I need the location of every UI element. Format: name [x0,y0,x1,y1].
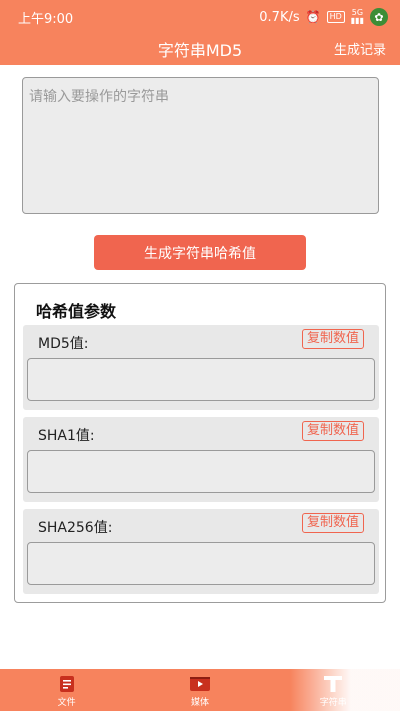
mascot-icon: ✿ [370,8,388,26]
nav-label-file: 文件 [57,698,76,708]
text-icon [322,675,344,693]
sha1-output[interactable] [27,450,375,493]
copy-sha256-button[interactable]: 复制数值 [301,513,364,533]
sha1-card: SHA1值: 复制数值 [23,417,379,502]
copy-md5-button[interactable]: 复制数值 [301,329,364,349]
nav-item-string[interactable]: 字符串 [267,669,400,711]
sha256-card: SHA256值: 复制数值 [23,509,379,594]
signal-icon: 5G ▮▮▮ [350,8,364,25]
hash-panel: 哈希值参数 MD5值: 复制数值 SHA1值: 复制数值 SHA256值: 复制… [14,283,386,603]
md5-label: MD5值: [38,336,89,352]
app-header: 上午9:00 0.7K/s ⏰ HD 5G ▮▮▮ ✿ 字符串MD5 生成记录 [0,0,400,65]
nav-label-string: 字符串 [319,698,347,708]
md5-card: MD5值: 复制数值 [23,325,379,410]
hd-badge: HD [326,11,345,23]
sha256-output[interactable] [27,542,375,585]
status-indicators: 0.7K/s ⏰ HD 5G ▮▮▮ ✿ [259,8,388,26]
sha1-label: SHA1值: [38,428,95,444]
string-input[interactable] [22,77,379,214]
hash-panel-title: 哈希值参数 [36,302,117,321]
history-button[interactable]: 生成记录 [334,39,386,58]
nav-label-media: 媒体 [190,698,209,708]
bottom-nav: 文件 媒体 字符串 [0,669,400,711]
generate-hash-button[interactable]: 生成字符串哈希值 [94,235,306,270]
nav-item-media[interactable]: 媒体 [133,669,266,711]
alarm-icon: ⏰ [305,10,321,24]
nav-item-file[interactable]: 文件 [0,669,133,711]
md5-output[interactable] [27,358,375,401]
signal-label: 5G [351,8,364,17]
file-icon [56,675,78,693]
status-time: 上午9:00 [18,11,74,27]
sha256-label: SHA256值: [38,520,113,536]
media-icon [189,675,211,693]
status-bar: 上午9:00 0.7K/s ⏰ HD 5G ▮▮▮ ✿ [0,0,400,34]
network-speed: 0.7K/s [259,9,300,25]
copy-sha1-button[interactable]: 复制数值 [301,421,364,441]
title-row: 字符串MD5 生成记录 [0,34,400,62]
